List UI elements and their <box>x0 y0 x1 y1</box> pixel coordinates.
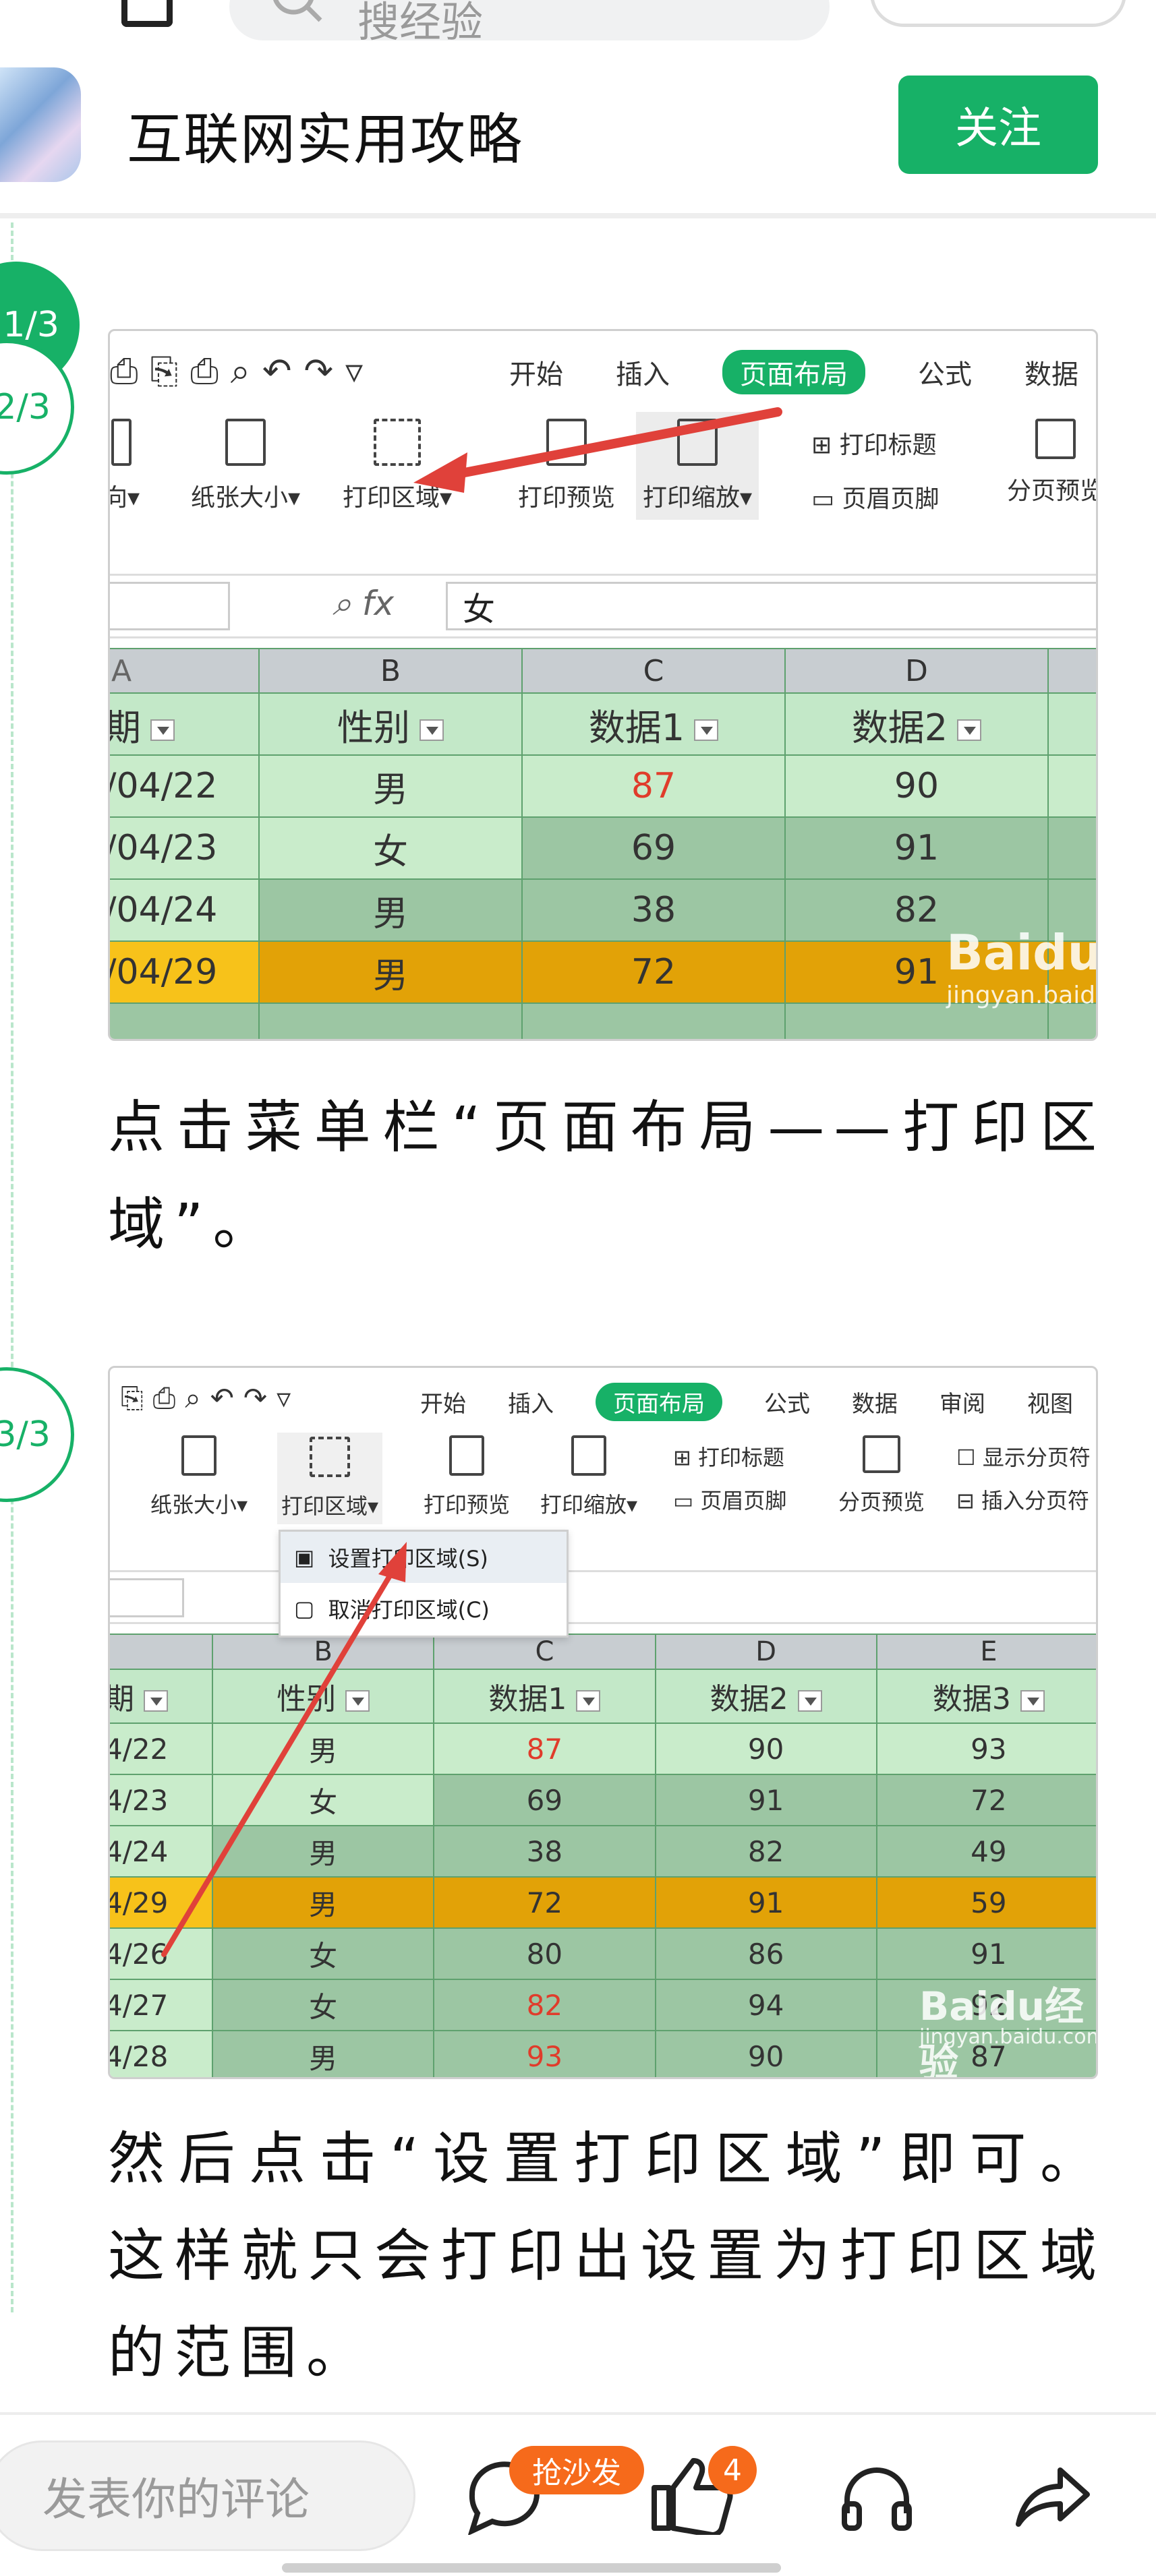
orientation-icon <box>111 419 132 466</box>
step-badge-3: 3/3 <box>0 1367 74 1502</box>
tab-data[interactable]: 数据 <box>1024 353 1078 392</box>
quick-access-icons: ⎙⎘⎙⌕↶↷▿ <box>110 351 376 392</box>
tool-page-break-preview[interactable]: 分页预览 <box>1007 419 1096 506</box>
search-placeholder: 搜经验 <box>357 0 484 47</box>
watermark-sub: jingyan.baidu <box>946 982 1098 1009</box>
watermark-sub: jingyan.baidu.com <box>919 2025 1098 2049</box>
tab-start[interactable]: 开始 <box>509 353 563 392</box>
formula-bar <box>110 1570 1096 1624</box>
tab-insert[interactable]: 插入 <box>616 353 670 392</box>
ribbon-tabs: 开始 插入 页面布局 公式 数据 <box>509 350 1096 394</box>
name-box[interactable] <box>110 1578 184 1617</box>
step-2-description: 点击菜单栏“页面布局——打印区域”。 <box>108 1094 1106 1257</box>
tab-data[interactable]: 数据 <box>852 1385 898 1418</box>
step-image-1[interactable]: ⎙⎘⎙⌕↶↷▿ 开始 插入 页面布局 公式 数据 向▾ 纸张大小▾ 打印区域▾ … <box>108 329 1098 1041</box>
table-row: 4/29 男 72 91 59 <box>110 1876 1096 1929</box>
scale-icon <box>571 1435 607 1476</box>
table-row: 4/23 女 69 91 72 <box>110 1774 1096 1826</box>
tab-start[interactable]: 开始 <box>420 1385 466 1418</box>
paper-icon <box>181 1435 217 1476</box>
tool-print-preview[interactable]: 打印预览 <box>518 419 615 513</box>
watermark: Baidu <box>946 924 1098 981</box>
top-actions[interactable] <box>870 0 1126 27</box>
tool-orientation[interactable]: 向▾ <box>110 419 140 513</box>
bottom-divider <box>0 2412 1156 2415</box>
tool-page-break-preview[interactable]: 分页预览 <box>838 1435 925 1516</box>
tool-paper-size[interactable]: 纸张大小▾ <box>150 1435 248 1519</box>
table-row: /04/23 女 69 91 <box>110 816 1096 880</box>
step-image-2[interactable]: ⎘⎙⌕↶↷▿ 开始 插入 页面布局 公式 数据 审阅 视图 纸张大小▾ 打印区域… <box>108 1366 1098 2079</box>
tool-print-preview[interactable]: 打印预览 <box>424 1435 510 1519</box>
fx-icon: ⌕ fx <box>333 584 395 623</box>
table-row: 4/26 女 80 86 91 <box>110 1927 1096 1980</box>
scale-icon <box>677 419 718 466</box>
menu-icon[interactable] <box>121 0 173 27</box>
preview-icon <box>449 1435 484 1476</box>
like-count-badge: 4 <box>708 2446 757 2494</box>
tool-print-titles[interactable]: ⊞ 打印标题 <box>811 425 937 460</box>
menu-item-clear-print-area[interactable]: ▢ 取消打印区域(C) <box>281 1583 567 1634</box>
headphones-icon[interactable] <box>836 2459 917 2534</box>
comment-input[interactable]: 发表你的评论 <box>0 2440 415 2551</box>
table-row: 4/22 男 87 90 93 <box>110 1723 1096 1775</box>
table-row: /04/22 男 87 90 <box>110 754 1096 818</box>
divider <box>0 213 1156 218</box>
page-break-icon <box>863 1435 900 1473</box>
tool-print-titles[interactable]: ⊞ 打印标题 <box>673 1441 784 1472</box>
tab-page-layout[interactable]: 页面布局 <box>596 1383 722 1421</box>
author-name[interactable]: 互联网实用攻略 <box>127 94 523 175</box>
preview-icon <box>546 419 587 466</box>
tool-paper-size[interactable]: 纸张大小▾ <box>191 419 300 513</box>
tool-insert-page-break[interactable]: ⊟ 插入分页符 <box>956 1484 1089 1515</box>
table-row: 4/24 男 38 82 49 <box>110 1825 1096 1878</box>
print-area-icon <box>374 419 422 466</box>
tab-formula[interactable]: 公式 <box>764 1385 810 1418</box>
sofa-badge: 抢沙发 <box>509 2446 644 2494</box>
share-icon[interactable] <box>1012 2459 1093 2534</box>
tool-print-scale[interactable]: 打印缩放▾ <box>636 412 759 520</box>
tool-print-scale[interactable]: 打印缩放▾ <box>540 1435 637 1519</box>
follow-button[interactable]: 关注 <box>898 76 1098 174</box>
quick-access-icons: ⎘⎙⌕↶↷▿ <box>121 1381 301 1414</box>
search-icon <box>273 0 322 22</box>
menu-item-set-print-area[interactable]: ▣ 设置打印区域(S) <box>281 1532 567 1583</box>
tab-view[interactable]: 视图 <box>1027 1385 1073 1418</box>
tool-header-footer[interactable]: ▭ 页眉页脚 <box>811 479 939 514</box>
formula-input[interactable]: 女 <box>446 582 1096 630</box>
tool-header-footer[interactable]: ▭ 页眉页脚 <box>673 1484 786 1515</box>
tool-print-area[interactable]: 打印区域▾ <box>277 1433 383 1524</box>
tab-insert[interactable]: 插入 <box>508 1385 554 1418</box>
step-timeline <box>11 222 13 2312</box>
paper-icon <box>225 419 266 466</box>
page-break-icon <box>1035 419 1076 459</box>
print-area-icon <box>310 1437 351 1477</box>
step-3-description: 然后点击“设置打印区域”即可。这样就只会打印出设置为打印区域的范围。 <box>108 2126 1106 2386</box>
tab-formula[interactable]: 公式 <box>918 353 972 392</box>
tool-print-area[interactable]: 打印区域▾ <box>343 419 452 513</box>
print-area-menu: ▣ 设置打印区域(S) ▢ 取消打印区域(C) <box>279 1530 569 1638</box>
ribbon-tabs: 开始 插入 页面布局 公式 数据 审阅 视图 <box>420 1383 1073 1421</box>
home-indicator <box>282 2563 781 2573</box>
tab-review[interactable]: 审阅 <box>940 1385 985 1418</box>
tab-page-layout[interactable]: 页面布局 <box>722 350 865 394</box>
name-box[interactable] <box>110 582 230 630</box>
avatar[interactable] <box>0 67 81 182</box>
checkbox-show-page-breaks[interactable]: ☐ 显示分页符 <box>956 1441 1091 1472</box>
